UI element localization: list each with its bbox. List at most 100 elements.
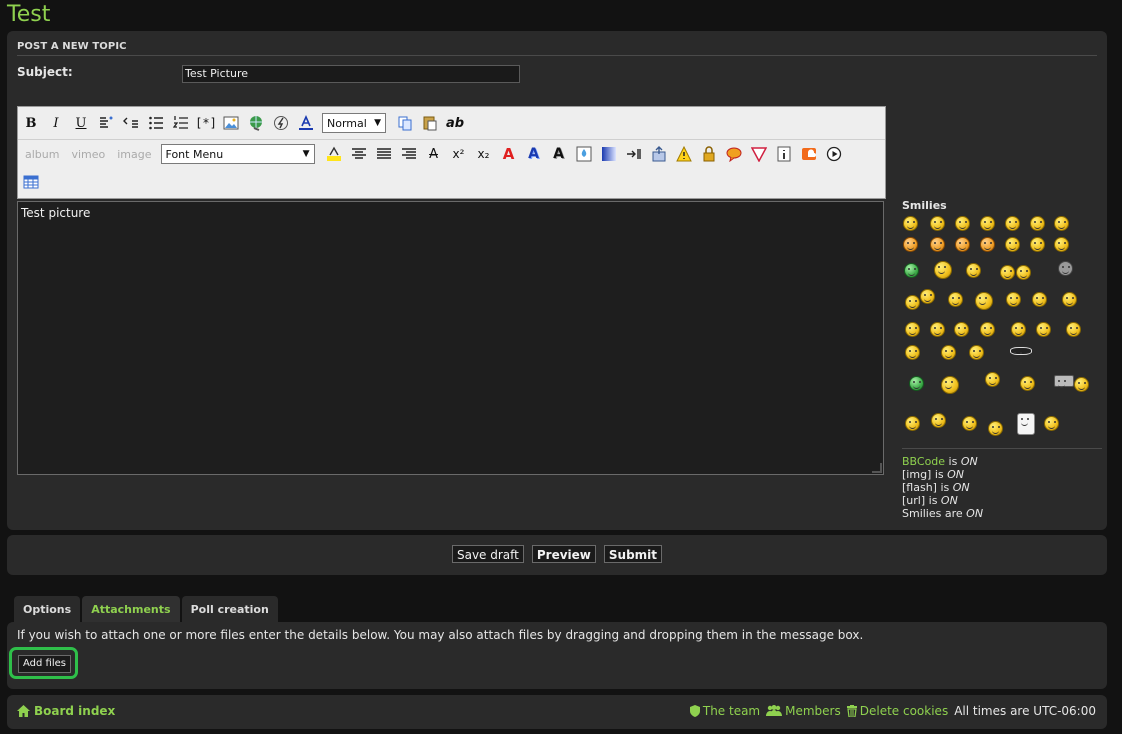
smiley-icon[interactable] — [948, 292, 963, 307]
smiley-icon[interactable] — [920, 289, 935, 304]
smiley-icon[interactable] — [1030, 237, 1045, 252]
resize-handle-icon[interactable] — [872, 463, 882, 473]
table-icon[interactable] — [21, 172, 41, 192]
smiley-icon[interactable] — [930, 322, 945, 337]
bbcode-link[interactable]: BBCode — [902, 455, 945, 468]
delete-cookies-link[interactable]: Delete cookies — [846, 704, 948, 718]
tab-options[interactable]: Options — [14, 596, 81, 623]
smiley-icon[interactable] — [1054, 216, 1069, 231]
members-link[interactable]: Members — [766, 704, 841, 718]
smiley-icon[interactable] — [934, 261, 952, 279]
quote-icon[interactable] — [96, 113, 116, 133]
tab-attachments[interactable]: Attachments — [82, 596, 180, 623]
justify-icon[interactable] — [374, 144, 394, 164]
smiley-icon[interactable] — [931, 413, 946, 428]
smiley-icon[interactable] — [930, 216, 945, 231]
italic-button[interactable]: I — [46, 113, 66, 133]
smiley-icon[interactable] — [985, 372, 1000, 387]
smiley-icon[interactable] — [969, 345, 984, 360]
smiley-icon[interactable] — [975, 292, 993, 310]
bold-button[interactable]: B — [21, 113, 41, 133]
speech-bubble-icon[interactable] — [724, 144, 744, 164]
smiley-icon[interactable] — [1036, 322, 1051, 337]
smiley-icon[interactable] — [1062, 292, 1077, 307]
smiley-icon[interactable] — [903, 237, 918, 252]
smiley-icon[interactable] — [966, 263, 981, 278]
the-team-link[interactable]: The team — [689, 704, 760, 718]
smiley-icon[interactable] — [905, 295, 920, 310]
smiley-icon[interactable] — [1054, 375, 1074, 388]
smiley-icon[interactable] — [988, 421, 1003, 436]
font-color-icon[interactable] — [296, 113, 316, 133]
smiley-icon[interactable] — [1005, 237, 1020, 252]
smiley-icon[interactable] — [941, 376, 959, 394]
subject-input[interactable]: Test Picture — [182, 65, 520, 83]
board-index-link[interactable]: Board index — [17, 704, 115, 718]
smiley-icon[interactable] — [903, 216, 918, 231]
drop-icon[interactable] — [574, 144, 594, 164]
font-size-select[interactable]: Normal ▼ — [322, 113, 386, 133]
smiley-icon[interactable] — [904, 263, 919, 278]
message-textarea[interactable]: Test picture — [17, 201, 884, 475]
smiley-icon[interactable] — [980, 237, 995, 252]
preview-button[interactable]: Preview — [531, 545, 596, 563]
smiley-icon[interactable] — [1016, 265, 1031, 280]
upload-box-icon[interactable] — [649, 144, 669, 164]
smiley-icon[interactable] — [954, 322, 969, 337]
smiley-icon[interactable] — [980, 322, 995, 337]
smiley-icon[interactable] — [1054, 237, 1069, 252]
submit-button[interactable]: Submit — [603, 545, 663, 563]
smiley-icon[interactable] — [1020, 376, 1035, 391]
gradient-icon[interactable] — [599, 144, 619, 164]
smiley-icon[interactable] — [1074, 377, 1089, 392]
font-menu-select[interactable]: Font Menu ▼ — [160, 144, 315, 164]
smiley-icon[interactable] — [1058, 261, 1073, 276]
smiley-icon[interactable] — [1044, 416, 1059, 431]
smiley-icon[interactable] — [1000, 265, 1015, 280]
smiley-icon[interactable] — [1005, 216, 1020, 231]
smiley-icon[interactable] — [1017, 413, 1035, 435]
superscript-button[interactable]: x² — [449, 144, 469, 164]
direction-icon[interactable] — [624, 144, 644, 164]
smiley-icon[interactable] — [980, 216, 995, 231]
smiley-icon[interactable] — [905, 322, 920, 337]
smiley-icon[interactable] — [955, 237, 970, 252]
play-icon[interactable] — [824, 144, 844, 164]
flash-icon[interactable] — [271, 113, 291, 133]
smiley-icon[interactable] — [1066, 322, 1081, 337]
smiley-icon[interactable] — [1010, 347, 1032, 360]
underline-button[interactable]: U — [71, 113, 91, 133]
text-ab-icon[interactable]: ab — [445, 113, 465, 133]
smiley-icon[interactable] — [930, 237, 945, 252]
link-globe-icon[interactable] — [246, 113, 266, 133]
image-icon[interactable] — [221, 113, 241, 133]
text-red-outline-icon[interactable]: A — [499, 144, 519, 164]
smiley-icon[interactable] — [905, 416, 920, 431]
smiley-icon[interactable] — [909, 376, 924, 391]
save-draft-button[interactable]: Save draft — [451, 545, 524, 563]
highlight-icon[interactable] — [324, 144, 344, 164]
vimeo-button[interactable]: vimeo — [71, 148, 105, 161]
info-icon[interactable] — [774, 144, 794, 164]
strikethrough-icon[interactable]: A — [424, 144, 444, 164]
soundcloud-icon[interactable] — [799, 144, 819, 164]
copy-icon[interactable] — [395, 113, 415, 133]
smiley-icon[interactable] — [955, 216, 970, 231]
smiley-icon[interactable] — [905, 345, 920, 360]
album-button[interactable]: album — [25, 148, 59, 161]
subscript-button[interactable]: x₂ — [474, 144, 494, 164]
paste-icon[interactable] — [420, 113, 440, 133]
bullet-list-icon[interactable] — [146, 113, 166, 133]
lock-icon[interactable] — [699, 144, 719, 164]
smiley-icon[interactable] — [1006, 292, 1021, 307]
smiley-icon[interactable] — [941, 345, 956, 360]
align-right-icon[interactable] — [399, 144, 419, 164]
list-item-icon[interactable]: [*] — [195, 113, 217, 133]
add-files-button[interactable]: Add files — [18, 655, 71, 673]
align-center-icon[interactable] — [349, 144, 369, 164]
text-glow-icon[interactable]: A — [524, 144, 544, 164]
smiley-icon[interactable] — [1032, 292, 1047, 307]
tab-poll-creation[interactable]: Poll creation — [181, 596, 278, 623]
smiley-icon[interactable] — [1030, 216, 1045, 231]
smiley-icon[interactable] — [1011, 322, 1026, 337]
